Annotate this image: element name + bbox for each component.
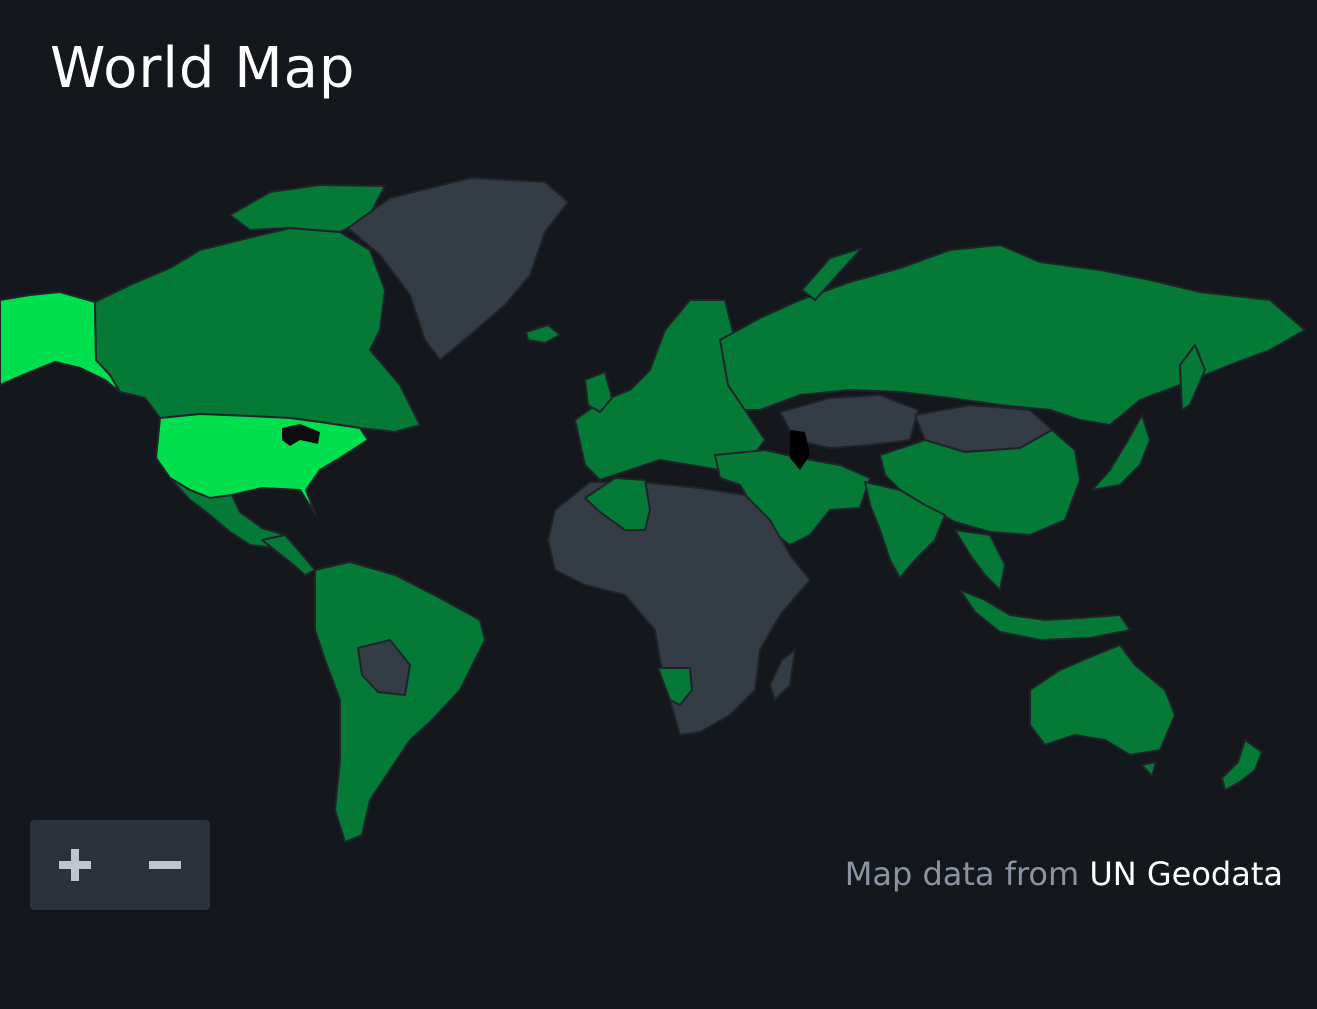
map-page: World Map Map data from UN Geodata xyxy=(0,0,1317,1009)
region-new-zealand[interactable] xyxy=(1221,739,1263,791)
world-map[interactable] xyxy=(0,170,1317,870)
region-canada[interactable] xyxy=(94,227,421,433)
page-title: World Map xyxy=(50,36,356,101)
region-indonesia[interactable] xyxy=(959,589,1131,641)
region-central-america[interactable] xyxy=(261,534,316,576)
region-tasmania[interactable] xyxy=(1141,761,1157,777)
region-southeast-asia[interactable] xyxy=(954,529,1006,591)
minus-icon xyxy=(149,861,181,869)
region-madagascar[interactable] xyxy=(769,649,796,701)
plus-icon xyxy=(59,849,91,881)
region-iceland[interactable] xyxy=(525,324,561,344)
region-japan[interactable] xyxy=(1091,414,1151,491)
attribution-prefix: Map data from xyxy=(844,855,1090,893)
region-united-states[interactable] xyxy=(155,413,369,516)
region-south-america[interactable] xyxy=(314,561,486,843)
zoom-in-button[interactable] xyxy=(40,830,110,900)
zoom-out-button[interactable] xyxy=(130,830,200,900)
region-russia[interactable] xyxy=(719,244,1306,426)
attribution-source-link[interactable]: UN Geodata xyxy=(1089,855,1283,893)
region-australia[interactable] xyxy=(1029,644,1176,756)
zoom-controls xyxy=(30,820,210,910)
map-attribution: Map data from UN Geodata xyxy=(845,855,1283,893)
